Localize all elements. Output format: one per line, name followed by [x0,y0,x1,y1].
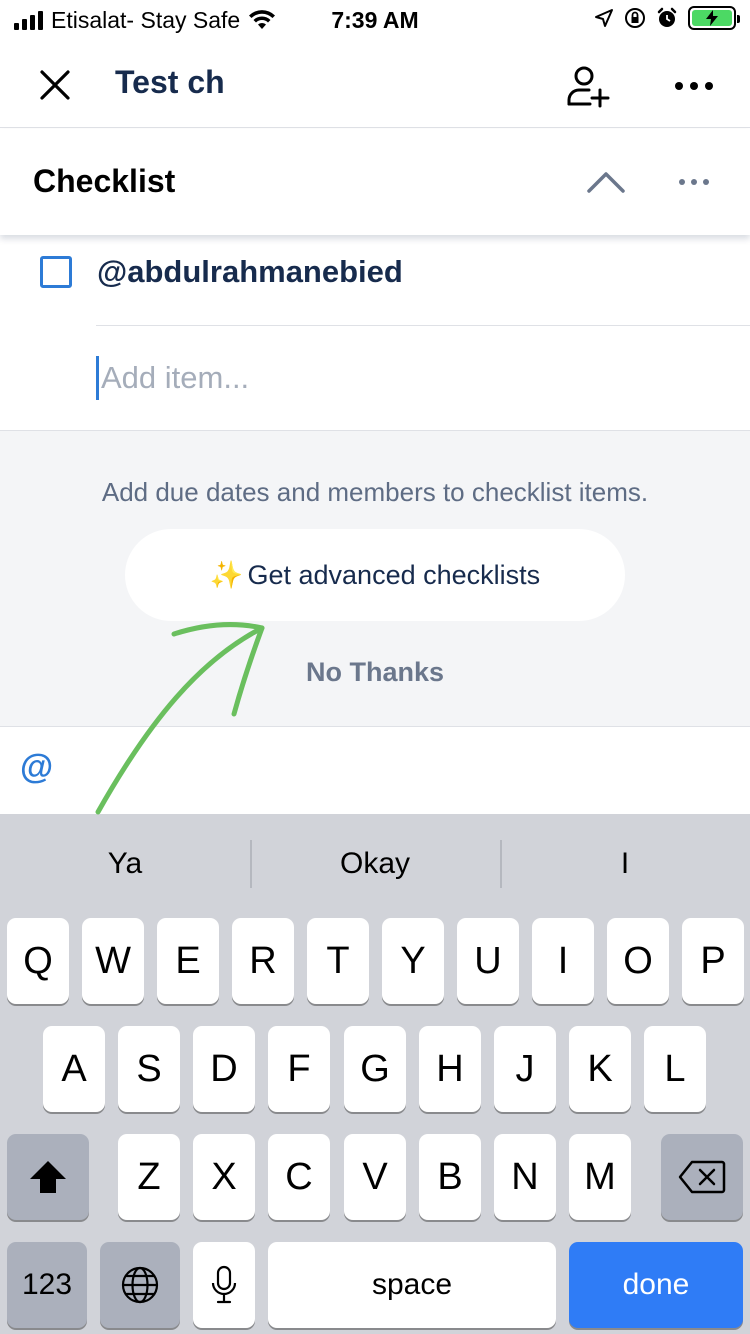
key-u[interactable]: U [457,918,519,1004]
location-icon [595,9,613,27]
checklist-item: @abdulrahmanebied [0,236,750,326]
key-i[interactable]: I [532,918,594,1004]
divider [96,325,750,326]
key-f[interactable]: F [268,1026,330,1112]
key-r[interactable]: R [232,918,294,1004]
key-z[interactable]: Z [118,1134,180,1220]
key-w[interactable]: W [82,918,144,1004]
key-q[interactable]: Q [7,918,69,1004]
no-thanks-button[interactable]: No Thanks [0,657,750,688]
upsell-message: Add due dates and members to checklist i… [101,477,649,507]
key-v[interactable]: V [344,1134,406,1220]
checklist-title: Checklist [33,163,176,199]
numbers-key[interactable]: 123 [7,1242,87,1328]
key-y[interactable]: Y [382,918,444,1004]
predictive-bar: Ya Okay I [0,814,750,914]
chevron-up-icon [587,172,625,193]
globe-key[interactable] [100,1242,180,1328]
card-title: Test ch [115,64,225,100]
advanced-checklists-upsell: Add due dates and members to checklist i… [0,430,750,727]
add-member-button[interactable] [560,58,616,114]
collapse-checklist-button[interactable] [580,159,632,205]
alarm-icon [657,7,677,27]
prediction-suggestion[interactable]: Ya [0,814,250,914]
dictation-key[interactable] [193,1242,255,1328]
checklist-header: Checklist [0,129,750,235]
key-a[interactable]: A [43,1026,105,1112]
cta-label: Get advanced checklists [247,559,541,590]
mention-bar: @ [0,728,750,814]
space-key[interactable]: space [268,1242,556,1328]
key-k[interactable]: K [569,1026,631,1112]
backspace-icon [678,1160,726,1194]
key-o[interactable]: O [607,918,669,1004]
mention-button[interactable]: @ [20,748,53,787]
key-x[interactable]: X [193,1134,255,1220]
status-bar: Etisalat- Stay Safe 7:39 AM [0,0,750,40]
add-item-input[interactable] [96,356,696,400]
prediction-suggestion[interactable]: Okay [250,814,500,914]
key-n[interactable]: N [494,1134,556,1220]
checklist-item-checkbox[interactable] [40,256,72,288]
wifi-icon [249,10,276,29]
sparkles-icon: ✨ [209,560,244,590]
key-g[interactable]: G [344,1026,406,1112]
key-p[interactable]: P [682,918,744,1004]
orientation-lock-icon [625,8,645,28]
get-advanced-checklists-button[interactable]: ✨ Get advanced checklists [125,529,625,621]
key-h[interactable]: H [419,1026,481,1112]
close-button[interactable] [30,60,80,110]
microphone-icon [211,1265,237,1304]
more-icon [679,179,709,185]
more-icon [675,82,713,90]
status-left: Etisalat- Stay Safe [14,7,314,34]
backspace-key[interactable] [661,1134,743,1220]
signal-icon [14,10,43,30]
key-b[interactable]: B [419,1134,481,1220]
top-nav: Test ch [0,40,750,128]
key-d[interactable]: D [193,1026,255,1112]
key-m[interactable]: M [569,1134,631,1220]
checklist-more-button[interactable] [668,159,720,205]
prediction-suggestion[interactable]: I [500,814,750,914]
key-l[interactable]: L [644,1026,706,1112]
key-e[interactable]: E [157,918,219,1004]
carrier-name: Etisalat- Stay Safe [51,6,241,33]
checklist-item-text[interactable]: @abdulrahmanebied [97,254,403,290]
close-icon [40,70,70,100]
key-t[interactable]: T [307,918,369,1004]
battery-icon [688,6,740,30]
keyboard: Ya Okay I Q W E R T Y U I O P A S D F G … [0,814,750,1334]
status-right [594,6,740,30]
done-key[interactable]: done [569,1242,743,1328]
globe-icon [121,1266,159,1304]
key-j[interactable]: J [494,1026,556,1112]
shift-icon [30,1161,66,1193]
add-user-icon [567,66,610,108]
shift-key[interactable] [7,1134,89,1220]
more-options-button[interactable] [666,58,722,114]
key-s[interactable]: S [118,1026,180,1112]
key-c[interactable]: C [268,1134,330,1220]
